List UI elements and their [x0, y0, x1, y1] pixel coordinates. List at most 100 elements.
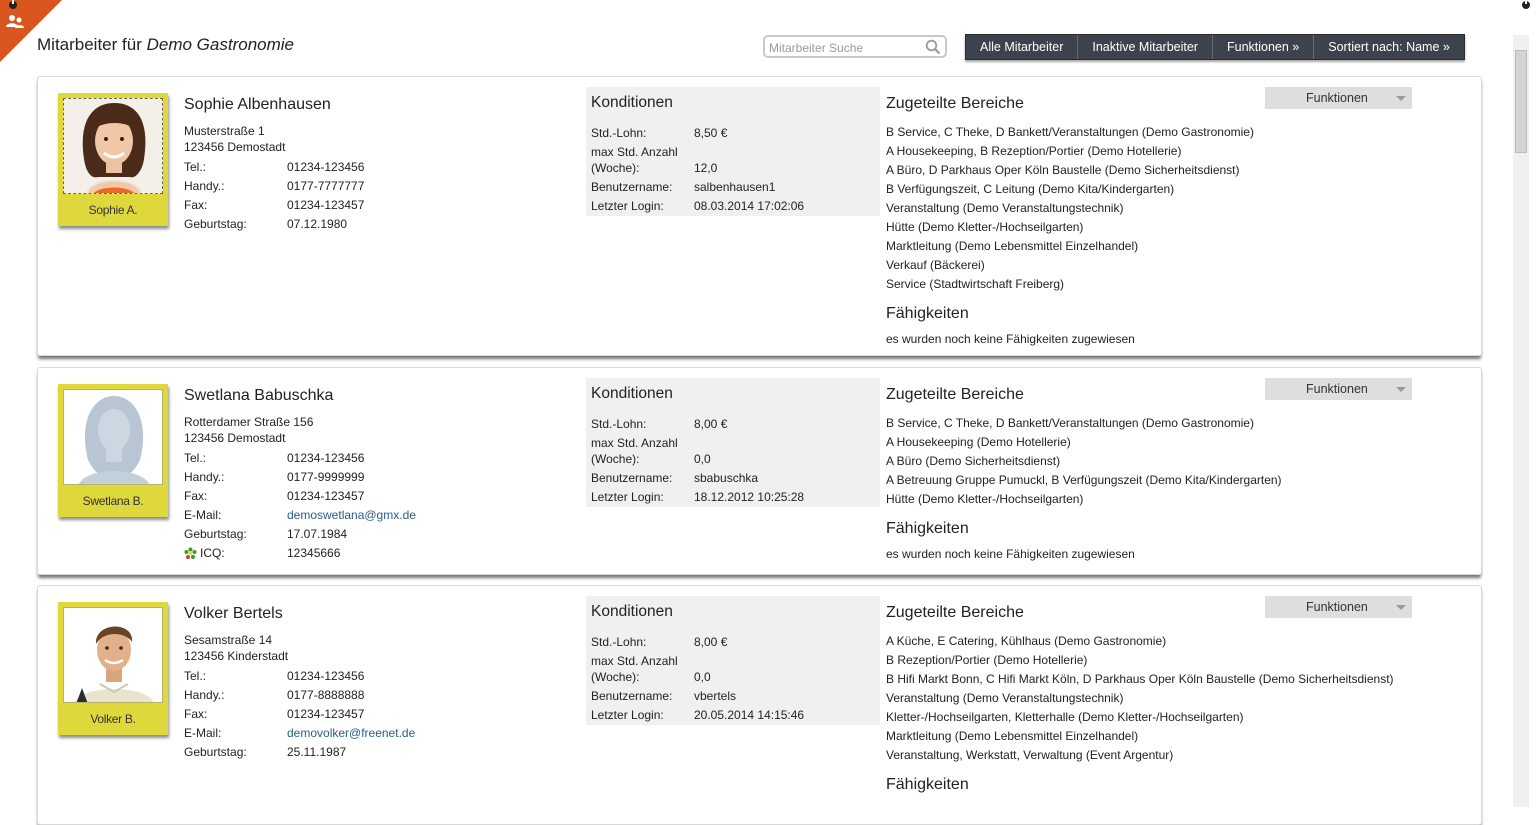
areas-heading: Zugeteilte Bereiche — [886, 95, 1024, 112]
email-link[interactable]: demoswetlana@gmx.de — [287, 508, 416, 522]
phone-label: Tel.: — [184, 451, 207, 465]
area-item: Marktleitung (Demo Lebensmittel Einzelha… — [886, 729, 1139, 743]
phone-label: Tel.: — [184, 669, 207, 683]
functions-dropdown-label: Funktionen — [1306, 91, 1368, 105]
sort-menu-button[interactable]: Sortiert nach: Name » — [1313, 35, 1464, 59]
area-item: Veranstaltung, Werkstatt, Verwaltung (Ev… — [886, 748, 1174, 762]
conditions-heading: Konditionen — [591, 385, 673, 402]
employee-name[interactable]: Swetlana Babuschka — [184, 387, 333, 405]
area-item: Service (Stadtwirtschaft Freiberg) — [886, 277, 1065, 291]
area-item: A Küche, E Catering, Kühlhaus (Demo Gast… — [886, 634, 1167, 648]
employee-card: Swetlana B. Swetlana Babuschka Rotterdam… — [37, 367, 1482, 575]
address-city: 123456 Kinderstadt — [184, 649, 289, 663]
portrait-woman-icon — [64, 99, 162, 193]
address-street: Rotterdamer Straße 156 — [184, 415, 314, 429]
area-item: Kletter-/Hochseilgarten, Kletterhalle (D… — [886, 710, 1244, 724]
fax-value: 01234-123457 — [287, 707, 365, 721]
max-hours-label: max Std. Anzahl — [591, 145, 678, 159]
search-icon[interactable] — [925, 39, 941, 55]
icq-label: ICQ: — [200, 546, 225, 560]
search-input[interactable] — [769, 39, 919, 56]
mobile-value: 0177-7777777 — [287, 179, 365, 193]
page-title-company: Demo Gastronomie — [146, 35, 294, 54]
employee-photo-frame[interactable]: Volker B. — [58, 602, 168, 735]
scrollbar-thumb[interactable] — [1515, 50, 1527, 153]
area-item: Hütte (Demo Kletter-/Hochseilgarten) — [886, 220, 1084, 234]
username-value: salbenhausen1 — [694, 180, 776, 194]
skills-heading: Fähigkeiten — [886, 776, 969, 793]
employee-photo-frame[interactable]: Sophie A. — [58, 93, 168, 226]
address-city: 123456 Demostadt — [184, 431, 286, 445]
mobile-value: 0177-9999999 — [287, 470, 365, 484]
mobile-label: Handy.: — [184, 179, 225, 193]
functions-dropdown-button[interactable]: Funktionen — [1265, 378, 1412, 400]
phone-value: 01234-123456 — [287, 451, 365, 465]
employee-photo[interactable] — [63, 389, 163, 485]
pin-icon — [1522, 0, 1530, 9]
area-item: B Hifi Markt Bonn, C Hifi Markt Köln, D … — [886, 672, 1394, 686]
phone-value: 01234-123456 — [287, 160, 365, 174]
mobile-label: Handy.: — [184, 470, 225, 484]
employee-card: Volker B. Volker Bertels Sesamstraße 14 … — [37, 585, 1482, 825]
employee-name[interactable]: Sophie Albenhausen — [184, 96, 331, 114]
functions-dropdown-button[interactable]: Funktionen — [1265, 596, 1412, 618]
area-item: A Housekeeping, B Rezeption/Portier (Dem… — [886, 144, 1182, 158]
wage-label: Std.-Lohn: — [591, 417, 647, 431]
skills-text: es wurden noch keine Fähigkeiten zugewie… — [886, 332, 1135, 346]
phone-label: Tel.: — [184, 160, 207, 174]
area-item: B Service, C Theke, D Bankett/Veranstalt… — [886, 125, 1254, 139]
fax-label: Fax: — [184, 489, 208, 503]
chevron-down-icon — [1396, 96, 1406, 101]
area-item: A Betreuung Gruppe Pumuckl, B Verfügungs… — [886, 473, 1282, 487]
email-label: E-Mail: — [184, 726, 222, 740]
birthday-value: 07.12.1980 — [287, 217, 348, 231]
last-login-label: Letzter Login: — [591, 708, 664, 722]
employee-photo[interactable] — [63, 607, 163, 703]
area-item: A Büro, D Parkhaus Oper Köln Baustelle (… — [886, 163, 1240, 177]
fax-label: Fax: — [184, 707, 208, 721]
address-street: Sesamstraße 14 — [184, 633, 273, 647]
fax-value: 01234-123457 — [287, 198, 365, 212]
avatar-placeholder-female-icon — [64, 390, 162, 484]
username-value: vbertels — [694, 689, 737, 703]
employee-card: Sophie A. Sophie Albenhausen Musterstraß… — [37, 76, 1482, 356]
area-item: Marktleitung (Demo Lebensmittel Einzelha… — [886, 239, 1139, 253]
main-toolbar: Alle Mitarbeiter Inaktive Mitarbeiter Fu… — [965, 34, 1465, 60]
max-hours-label-week: (Woche): — [591, 670, 640, 684]
conditions-panel: Konditionen Std.-Lohn: 8,00 € max Std. An… — [586, 378, 880, 507]
area-item: B Service, C Theke, D Bankett/Veranstalt… — [886, 416, 1254, 430]
birthday-label: Geburtstag: — [184, 217, 247, 231]
area-item: Veranstaltung (Demo Veranstaltungstechni… — [886, 691, 1124, 705]
area-item: A Housekeeping (Demo Hotellerie) — [886, 435, 1071, 449]
max-hours-label-week: (Woche): — [591, 452, 640, 466]
employee-name[interactable]: Volker Bertels — [184, 605, 283, 623]
icq-flower-icon — [184, 547, 197, 559]
wage-value: 8,50 € — [694, 126, 728, 140]
employee-photo[interactable] — [63, 98, 163, 194]
email-link[interactable]: demovolker@freenet.de — [287, 726, 415, 740]
max-hours-label-week: (Woche): — [591, 161, 640, 175]
area-item: Veranstaltung (Demo Veranstaltungstechni… — [886, 201, 1124, 215]
wage-value: 8,00 € — [694, 417, 728, 431]
search-box[interactable] — [763, 35, 947, 58]
conditions-panel: Konditionen Std.-Lohn: 8,00 € max Std. An… — [586, 596, 880, 725]
all-employees-button[interactable]: Alle Mitarbeiter — [966, 35, 1078, 59]
vertical-scrollbar[interactable] — [1513, 35, 1529, 807]
conditions-heading: Konditionen — [591, 94, 673, 111]
birthday-value: 17.07.1984 — [287, 527, 348, 541]
address-city: 123456 Demostadt — [184, 140, 286, 154]
functions-menu-button[interactable]: Funktionen » — [1211, 35, 1314, 59]
pin-icon — [9, 0, 17, 9]
username-value: sbabuschka — [694, 471, 759, 485]
photo-caption: Swetlana B. — [82, 494, 144, 508]
birthday-label: Geburtstag: — [184, 527, 247, 541]
inactive-employees-button[interactable]: Inaktive Mitarbeiter — [1077, 35, 1212, 59]
area-item: B Rezeption/Portier (Demo Hotellerie) — [886, 653, 1088, 667]
page-title-prefix: Mitarbeiter für — [37, 35, 142, 54]
address-street: Musterstraße 1 — [184, 124, 265, 138]
photo-caption: Volker B. — [90, 712, 136, 726]
skills-text: es wurden noch keine Fähigkeiten zugewie… — [886, 547, 1135, 561]
mobile-label: Handy.: — [184, 688, 225, 702]
functions-dropdown-button[interactable]: Funktionen — [1265, 87, 1412, 109]
employee-photo-frame[interactable]: Swetlana B. — [58, 384, 168, 517]
